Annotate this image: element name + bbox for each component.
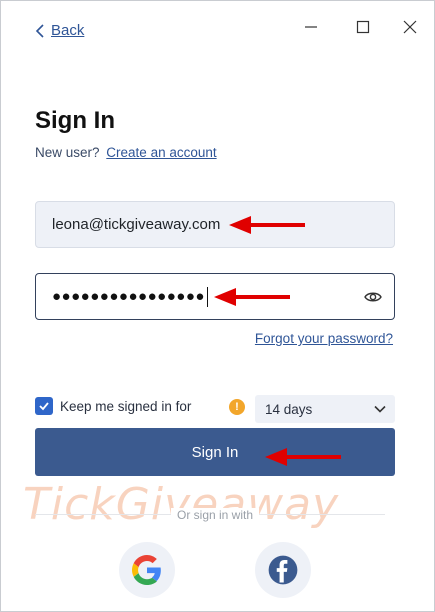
close-button[interactable]	[400, 17, 420, 37]
chevron-down-icon	[374, 405, 386, 413]
keep-signed-in-checkbox[interactable]	[35, 397, 53, 415]
password-value: ●●●●●●●●●●●●●●●●	[52, 288, 205, 305]
facebook-sign-in-button[interactable]	[255, 542, 311, 598]
sign-in-window: Back Sign In New user? Create an account…	[0, 0, 435, 612]
new-user-text: New user?	[35, 145, 100, 160]
back-link[interactable]: Back	[35, 22, 84, 39]
forgot-password-link[interactable]: Forgot your password?	[255, 331, 393, 346]
duration-value: 14 days	[265, 401, 313, 417]
annotation-arrow-icon	[229, 216, 305, 234]
or-sign-in-label: Or sign in with	[1, 508, 429, 522]
warning-icon[interactable]: !	[229, 399, 245, 415]
create-account-link[interactable]: Create an account	[106, 145, 216, 160]
annotation-arrow-icon	[214, 288, 290, 306]
minimize-icon	[305, 26, 317, 28]
eye-icon[interactable]	[364, 288, 382, 306]
email-field[interactable]: leona@tickgiveaway.com	[35, 201, 395, 248]
minimize-button[interactable]	[301, 17, 321, 37]
facebook-icon	[268, 555, 298, 585]
checkmark-icon	[39, 402, 49, 411]
back-label: Back	[51, 22, 85, 39]
google-icon	[132, 555, 161, 585]
duration-select[interactable]: 14 days	[255, 395, 395, 423]
text-caret	[206, 286, 208, 307]
google-sign-in-button[interactable]	[119, 542, 175, 598]
page-title: Sign In	[35, 107, 115, 134]
chevron-left-icon	[35, 23, 44, 38]
keep-signed-in-label: Keep me signed in for	[60, 398, 192, 414]
close-icon	[403, 20, 417, 34]
maximize-icon	[356, 20, 370, 34]
email-value: leona@tickgiveaway.com	[52, 216, 221, 233]
keep-signed-in-row: Keep me signed in for	[35, 397, 191, 415]
maximize-button[interactable]	[353, 17, 373, 37]
watermark: TickGiveaway	[23, 479, 340, 530]
new-user-prompt: New user? Create an account	[35, 145, 217, 160]
annotation-arrow-icon	[265, 448, 341, 466]
